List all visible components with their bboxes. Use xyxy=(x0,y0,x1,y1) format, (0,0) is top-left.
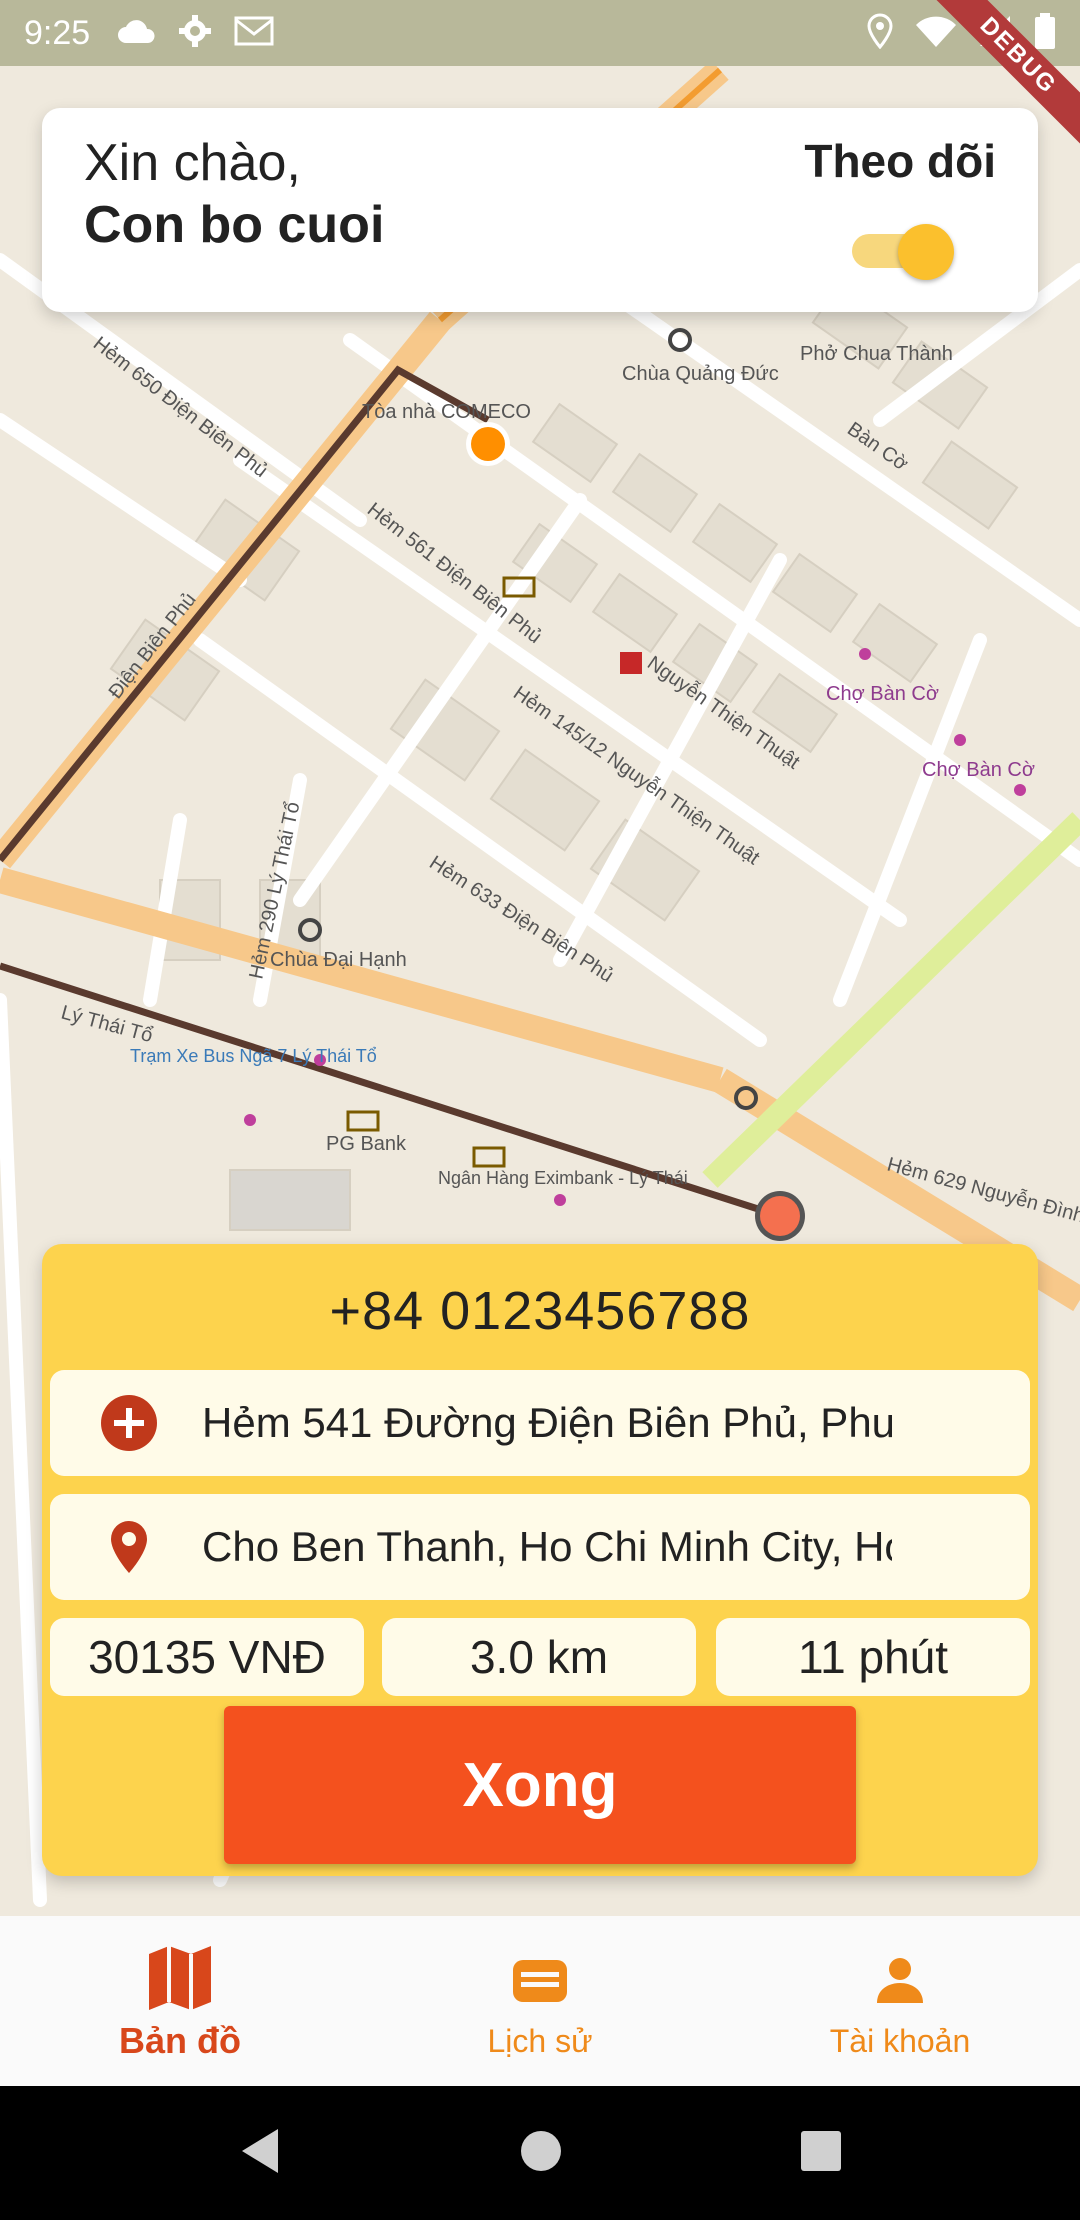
pickup-address-row: Hẻm 541 Đường Điện Biên Phủ, Phường xyxy=(50,1370,1030,1476)
dropoff-address-row: Cho Ben Thanh, Ho Chi Minh City, Ho Chi … xyxy=(50,1494,1030,1600)
trip-distance: 3.0 km xyxy=(382,1618,696,1696)
map-label-chua-quang-duc: Chùa Quảng Đức xyxy=(622,363,779,385)
map-label-comeco: Tòa nhà COMECO xyxy=(362,401,531,423)
done-button[interactable]: Xong xyxy=(224,1706,856,1864)
status-time: 9:25 xyxy=(24,13,91,52)
recents-icon[interactable] xyxy=(800,2130,842,2177)
status-bar: 9:25 xyxy=(0,0,1080,66)
trip-duration: 11 phút xyxy=(716,1618,1030,1696)
account-icon xyxy=(875,1943,925,2017)
nav-item-account[interactable]: Tài khoản xyxy=(720,1916,1080,2086)
pickup-address: Hẻm 541 Đường Điện Biên Phủ, Phường xyxy=(202,1399,892,1446)
nav-item-map[interactable]: Bản đồ xyxy=(0,1916,360,2086)
map-label-cho-ban-co-2: Chợ Bàn Cờ xyxy=(922,759,1035,781)
map-label-hem-650: Hẻm 650 Điện Biên Phủ xyxy=(89,333,272,482)
cloud-icon xyxy=(116,17,156,50)
home-icon[interactable] xyxy=(519,2129,563,2178)
back-icon[interactable] xyxy=(238,2127,282,2180)
nav-label-history: Lịch sử xyxy=(487,2022,593,2059)
map-label-cho-ban-co-1: Chợ Bàn Cờ xyxy=(826,683,939,705)
trip-price: 30135 VNĐ xyxy=(50,1618,364,1696)
follow-toggle[interactable] xyxy=(852,224,954,280)
mail-icon xyxy=(234,16,274,51)
toggle-knob xyxy=(898,224,954,280)
map-label-chua-dai-hanh: Chùa Đại Hạnh xyxy=(270,949,407,971)
map-label-eximbank: Ngân Hàng Eximbank - Lý Thái xyxy=(438,1168,688,1188)
location-pin-icon xyxy=(100,1518,158,1576)
nav-item-history[interactable]: Lịch sử xyxy=(360,1916,720,2086)
customer-phone[interactable]: +84 0123456788 xyxy=(42,1280,1038,1342)
history-icon xyxy=(511,1943,569,2017)
map-label-tram-xe-bus: Trạm Xe Bus Ngã 7 Lý Thái Tổ xyxy=(130,1046,377,1066)
nav-label-map: Bản đồ xyxy=(119,2020,241,2061)
settings-icon xyxy=(178,14,212,53)
nav-label-account: Tài khoản xyxy=(829,2022,971,2059)
map-label-pho-chua-thanh: Phở Chua Thành xyxy=(800,343,953,365)
debug-ribbon: DEBUG xyxy=(920,0,1080,160)
map-label-hem-561: Hẻm 561 Điện Biên Phủ xyxy=(363,499,546,648)
pickup-plus-icon xyxy=(100,1394,158,1452)
map-label-pg-bank: PG Bank xyxy=(326,1133,407,1155)
location-icon xyxy=(866,12,894,54)
map-icon xyxy=(145,1940,215,2014)
greeting-card: Xin chào, Con bo cuoi Theo dõi xyxy=(42,108,1038,312)
dropoff-address: Cho Ben Thanh, Ho Chi Minh City, Ho Chi … xyxy=(202,1523,892,1570)
bottom-nav: Bản đồ Lịch sử Tài khoản xyxy=(0,1916,1080,2086)
system-nav-bar xyxy=(0,2086,1080,2220)
trip-panel: +84 0123456788 Hẻm 541 Đường Điện Biên P… xyxy=(42,1244,1038,1876)
